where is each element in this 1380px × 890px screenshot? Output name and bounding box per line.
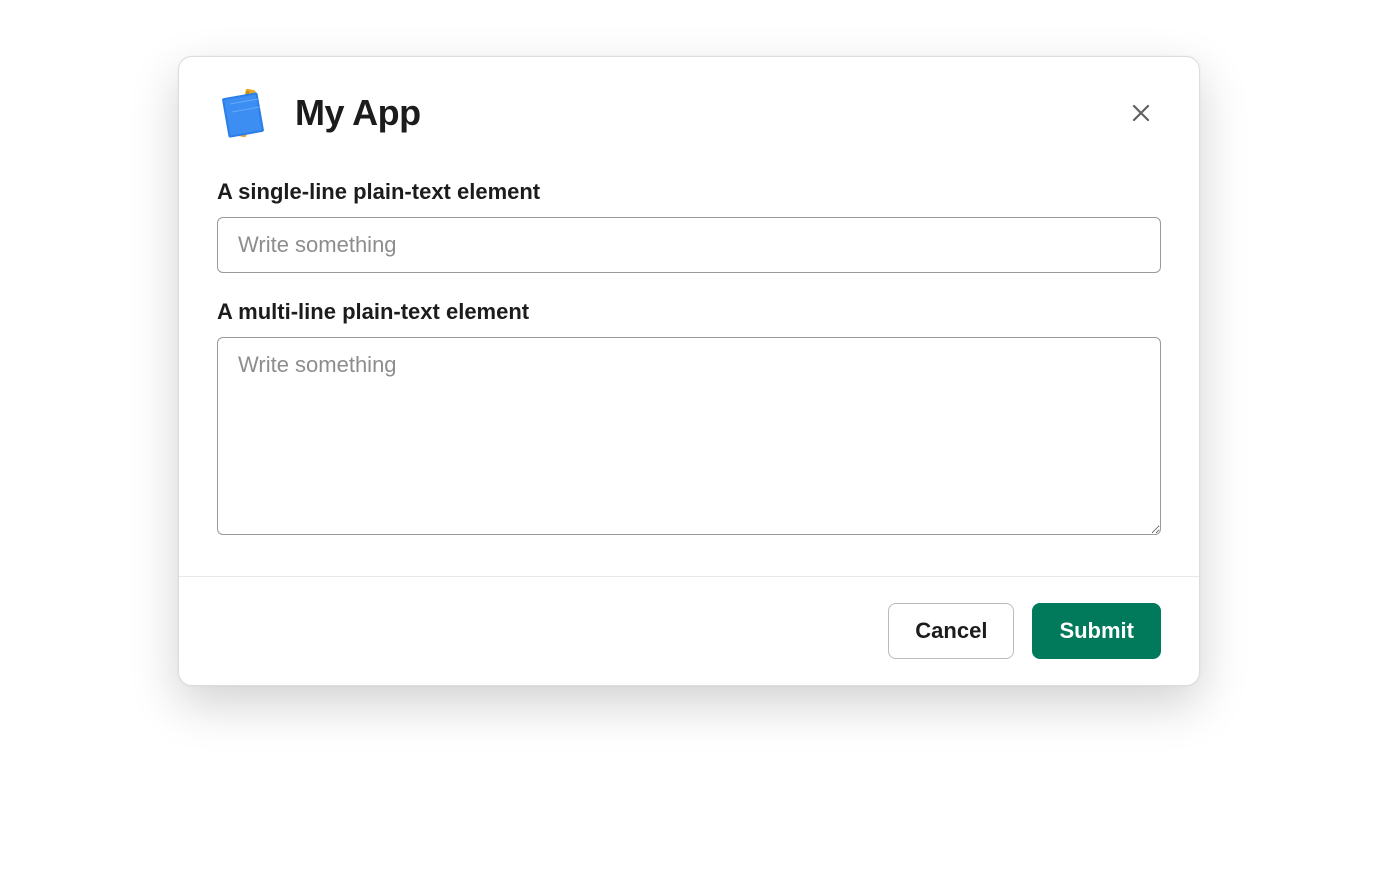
cancel-button[interactable]: Cancel: [888, 603, 1014, 659]
modal-header: My App: [179, 57, 1199, 157]
submit-button[interactable]: Submit: [1032, 603, 1161, 659]
modal-title: My App: [295, 92, 1121, 134]
single-line-input[interactable]: [217, 217, 1161, 273]
single-line-field-group: A single-line plain-text element: [217, 179, 1161, 273]
multi-line-label: A multi-line plain-text element: [217, 299, 1161, 325]
close-icon: [1129, 101, 1153, 125]
multi-line-field-group: A multi-line plain-text element: [217, 299, 1161, 540]
close-button[interactable]: [1121, 93, 1161, 133]
modal-body: A single-line plain-text element A multi…: [179, 157, 1199, 576]
multi-line-input[interactable]: [217, 337, 1161, 535]
modal-footer: Cancel Submit: [179, 576, 1199, 685]
single-line-label: A single-line plain-text element: [217, 179, 1161, 205]
blueprint-ruler-icon: [217, 85, 273, 141]
modal-dialog: My App A single-line plain-text element …: [178, 56, 1200, 686]
